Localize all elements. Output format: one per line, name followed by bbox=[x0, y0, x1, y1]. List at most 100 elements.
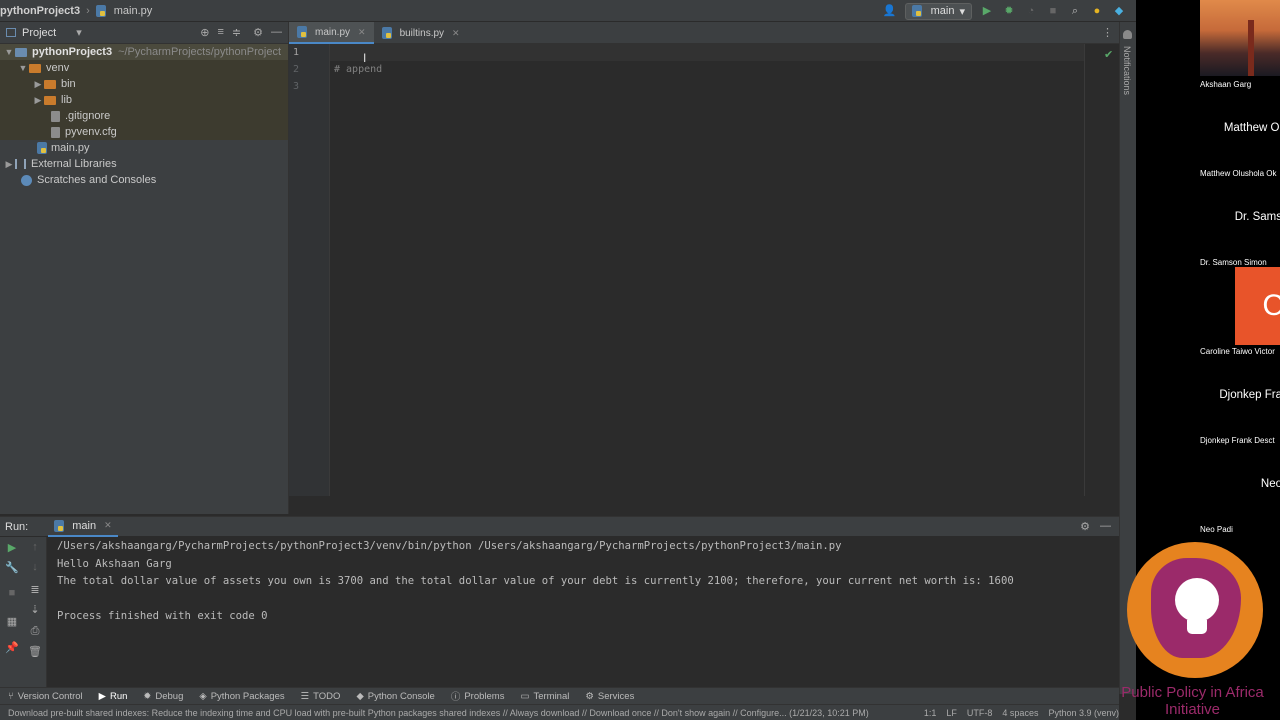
soft-wrap-icon[interactable]: ≣ bbox=[28, 583, 42, 597]
code-content[interactable]: # append bbox=[334, 44, 382, 95]
hide-icon[interactable]: — bbox=[271, 26, 282, 39]
participant-big-name: Dr. Sams bbox=[1234, 211, 1280, 223]
tab-label: main.py bbox=[315, 26, 351, 38]
title-project-name[interactable]: pythonProject3 bbox=[0, 5, 80, 17]
tool-debug[interactable]: ✹ Debug bbox=[143, 691, 183, 702]
console-line: Process finished with exit code 0 bbox=[57, 610, 268, 622]
chevron-down-icon[interactable]: ▾ bbox=[76, 26, 82, 39]
file-encoding[interactable]: UTF-8 bbox=[967, 708, 993, 718]
rerun-icon[interactable]: ▶ bbox=[5, 541, 19, 555]
project-panel-title[interactable]: Project bbox=[22, 27, 56, 39]
status-message[interactable]: Download pre-built shared indexes: Reduc… bbox=[8, 708, 888, 718]
indent-setting[interactable]: 4 spaces bbox=[1002, 708, 1038, 718]
gear-icon[interactable]: ⚙ bbox=[1080, 520, 1090, 533]
tree-item-external-libraries[interactable]: ▶ External Libraries bbox=[0, 156, 288, 172]
participant-tile[interactable]: Matthew Ol Matthew Olushola Ok bbox=[1200, 89, 1280, 178]
participant-tile[interactable]: Neo Neo Padi bbox=[1200, 445, 1280, 534]
bell-icon[interactable] bbox=[1123, 30, 1132, 39]
editor-tabs: main.py ✕ builtins.py ✕ ⋮ bbox=[289, 22, 1119, 44]
tree-item-venv[interactable]: ▼ venv bbox=[0, 60, 288, 76]
tool-services[interactable]: ⚙ Services bbox=[585, 691, 634, 702]
tree-item-gitignore[interactable]: .gitignore bbox=[0, 108, 288, 124]
tool-terminal[interactable]: ▭ Terminal bbox=[520, 691, 569, 702]
expand-all-icon[interactable]: ≡ bbox=[217, 26, 223, 39]
chevron-down-icon: ▾ bbox=[959, 5, 965, 18]
print-icon[interactable]: ⎙ bbox=[28, 625, 42, 639]
line-separator[interactable]: LF bbox=[946, 708, 957, 718]
tool-python-packages[interactable]: ◈ Python Packages bbox=[199, 691, 284, 702]
close-icon[interactable]: ✕ bbox=[104, 520, 112, 531]
title-file-name: main.py bbox=[113, 4, 153, 17]
stop-icon[interactable]: ■ bbox=[1046, 4, 1060, 18]
gear-icon[interactable]: ⚙ bbox=[253, 26, 263, 39]
hide-icon[interactable]: — bbox=[1100, 520, 1111, 533]
notifications-label[interactable]: Notifications bbox=[1122, 46, 1132, 95]
tool-label: Problems bbox=[464, 690, 505, 702]
pin-icon[interactable]: 📌 bbox=[5, 641, 19, 655]
tab-main-py[interactable]: main.py ✕ bbox=[289, 22, 374, 44]
tool-label: TODO bbox=[313, 690, 341, 702]
run-console[interactable]: /Users/akshaangarg/PycharmProjects/pytho… bbox=[46, 537, 1119, 687]
run-config-selector[interactable]: main ▾ bbox=[904, 2, 972, 20]
more-options-icon[interactable]: ⋮ bbox=[1102, 26, 1113, 39]
code-line[interactable] bbox=[334, 44, 382, 61]
code-editor[interactable]: # append bbox=[330, 44, 1084, 496]
chevron-down-icon[interactable]: ▼ bbox=[17, 63, 29, 73]
participant-tile[interactable]: C Caroline Taiwo Victor bbox=[1200, 267, 1280, 356]
layout-icon[interactable]: ▦ bbox=[5, 615, 19, 629]
tree-item-label: .gitignore bbox=[65, 110, 111, 122]
tab-builtins-py[interactable]: builtins.py ✕ bbox=[374, 22, 468, 44]
tool-version-control[interactable]: ⑂ Version Control bbox=[8, 691, 83, 702]
title-file[interactable]: main.py bbox=[95, 4, 153, 17]
jetbrains-icon[interactable]: ◆ bbox=[1112, 4, 1126, 18]
wrench-icon[interactable]: 🔧 bbox=[5, 561, 19, 575]
packages-icon: ◈ bbox=[199, 690, 207, 702]
chevron-right-icon[interactable]: ▶ bbox=[3, 159, 15, 170]
participant-name: Djonkep Frank Desct bbox=[1200, 436, 1275, 445]
trash-icon[interactable]: 🗑 bbox=[28, 645, 42, 659]
chevron-down-icon[interactable]: ▼ bbox=[3, 47, 15, 57]
tree-item-label: pyvenv.cfg bbox=[65, 126, 117, 138]
tool-todo[interactable]: ☰ TODO bbox=[301, 691, 341, 702]
coverage-icon[interactable]: ◔ bbox=[1024, 4, 1038, 18]
participant-tile[interactable]: Akshaan Garg bbox=[1200, 0, 1280, 89]
close-icon[interactable]: ✕ bbox=[358, 27, 366, 38]
debug-icon[interactable]: ✹ bbox=[1002, 4, 1016, 18]
run-icon[interactable]: ▶ bbox=[980, 4, 994, 18]
tool-run[interactable]: ▶ Run bbox=[99, 691, 128, 702]
arrow-up-icon[interactable]: ↑ bbox=[28, 541, 42, 555]
locate-icon[interactable]: ⊕ bbox=[200, 26, 209, 39]
stop-icon[interactable]: ■ bbox=[5, 587, 19, 601]
problems-icon: ⓘ bbox=[450, 692, 461, 703]
collapse-all-icon[interactable]: ≑ bbox=[232, 26, 241, 39]
status-items: 1:1 LF UTF-8 4 spaces Python 3.9 (venv) bbox=[924, 708, 1119, 718]
caret-position[interactable]: 1:1 bbox=[924, 708, 937, 718]
chevron-right-icon[interactable]: ▶ bbox=[32, 95, 44, 106]
run-panel-header: Run: main ✕ ⚙ — bbox=[0, 516, 1119, 537]
tree-item-bin[interactable]: ▶ bin bbox=[0, 76, 288, 92]
participant-tile[interactable]: Djonkep Fra Djonkep Frank Desct bbox=[1200, 356, 1280, 445]
participant-big-name: Djonkep Fra bbox=[1219, 389, 1280, 401]
project-tree: ▼ pythonProject3 ~/PycharmProjects/pytho… bbox=[0, 44, 288, 188]
tree-item-scratches[interactable]: Scratches and Consoles bbox=[0, 172, 288, 188]
chevron-right-icon[interactable]: ▶ bbox=[32, 79, 44, 90]
inspection-ok-icon[interactable]: ✔ bbox=[1104, 48, 1113, 61]
tree-item-main-py[interactable]: main.py bbox=[0, 140, 288, 156]
updates-icon[interactable]: ● bbox=[1090, 4, 1104, 18]
code-line[interactable] bbox=[334, 78, 382, 95]
tree-item-lib[interactable]: ▶ lib bbox=[0, 92, 288, 108]
search-icon[interactable]: ⌕ bbox=[1068, 4, 1082, 18]
arrow-down-icon[interactable]: ↓ bbox=[28, 561, 42, 575]
tool-problems[interactable]: ⓘ Problems bbox=[450, 689, 505, 704]
participant-tile[interactable]: Dr. Sams Dr. Samson Simon bbox=[1200, 178, 1280, 267]
code-line[interactable]: # append bbox=[334, 61, 382, 78]
tree-item-pyvenv[interactable]: pyvenv.cfg bbox=[0, 124, 288, 140]
scroll-to-end-icon[interactable]: ⇣ bbox=[28, 603, 42, 617]
run-tab-main[interactable]: main ✕ bbox=[48, 517, 118, 537]
tree-item-root[interactable]: ▼ pythonProject3 ~/PycharmProjects/pytho… bbox=[0, 44, 288, 60]
user-icon[interactable]: 👤 bbox=[883, 4, 897, 18]
participant-name: Matthew Olushola Ok bbox=[1200, 169, 1277, 178]
close-icon[interactable]: ✕ bbox=[452, 28, 460, 39]
tool-python-console[interactable]: ◆ Python Console bbox=[356, 691, 434, 702]
